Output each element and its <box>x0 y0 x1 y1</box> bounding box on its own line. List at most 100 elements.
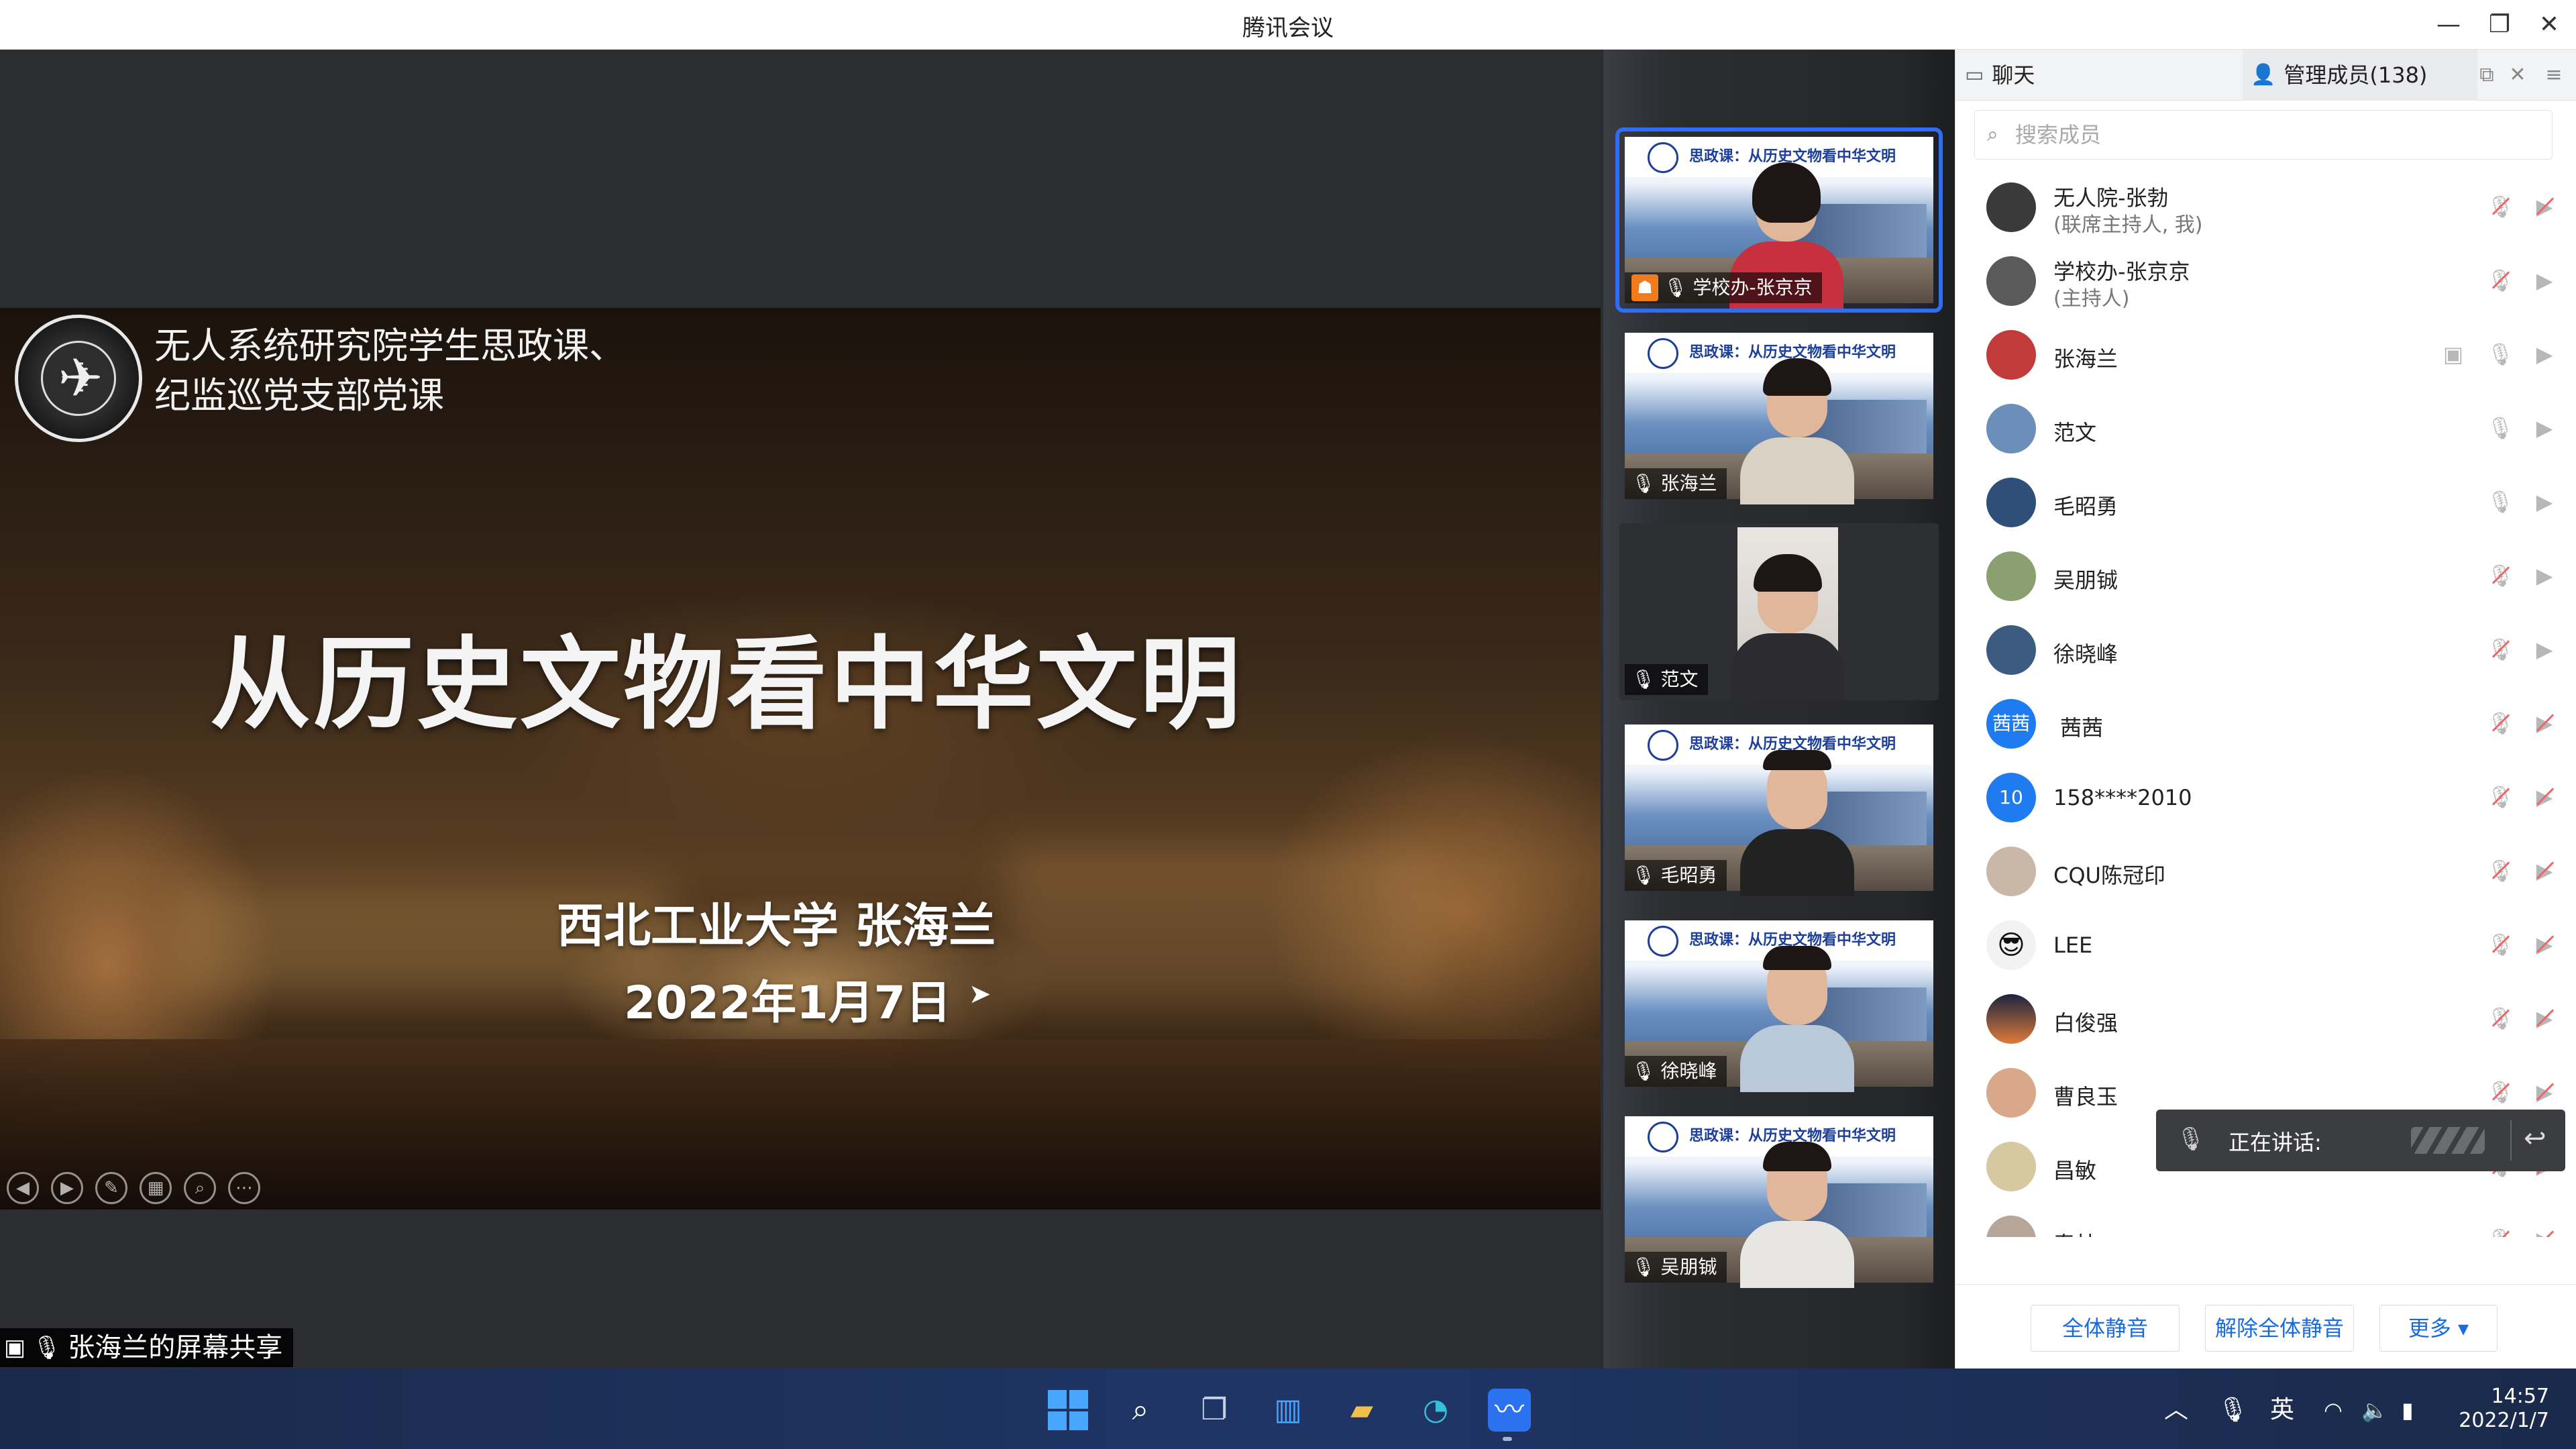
search-input[interactable] <box>2015 111 2538 159</box>
unmute-all-button[interactable]: 解除全体静音 <box>2205 1305 2354 1352</box>
thumb-label: 🎙 张海兰 <box>1625 468 1727 499</box>
camera-icon[interactable]: ▶ <box>2531 341 2558 368</box>
tray-overflow-icon[interactable]: ︿ <box>2164 1391 2188 1429</box>
pen-icon[interactable]: ✎ <box>95 1172 127 1204</box>
avatar <box>1986 330 2036 380</box>
thumb-video[interactable]: 思政课：从历史文物看中华文明 🎙 毛昭勇 <box>1619 719 1939 896</box>
widgets-icon[interactable]: ▥ <box>1267 1389 1309 1432</box>
camera-off-icon[interactable]: ▶ <box>2531 1226 2558 1237</box>
thumb-label: 🎙 范文 <box>1625 664 1708 695</box>
camera-icon[interactable]: ▶ <box>2531 415 2558 441</box>
camera-off-icon[interactable]: ▶ <box>2531 1005 2558 1032</box>
member-row[interactable]: 张海兰 ▣ 🎙 ▶ <box>1955 318 2576 392</box>
mic-muted-icon[interactable]: 🎙 <box>2487 193 2514 220</box>
member-row[interactable]: 吴朋铖 🎙 ▶ <box>1955 539 2576 613</box>
thumb-video[interactable]: 思政课：从历史文物看中华文明 🎙 徐晓峰 <box>1619 915 1939 1092</box>
tencent-meeting-icon[interactable]: 〰 <box>1488 1389 1531 1432</box>
slide-header-line1: 无人系统研究院学生思政课、 <box>154 321 625 371</box>
mic-icon[interactable]: 🎙 <box>2487 341 2514 368</box>
mic-muted-icon[interactable]: 🎙 <box>2487 1079 2514 1106</box>
next-icon[interactable]: ▶ <box>51 1172 83 1204</box>
camera-off-icon[interactable]: ▶ <box>2531 857 2558 884</box>
camera-icon[interactable]: ▶ <box>2531 636 2558 663</box>
mic-muted-icon[interactable]: 🎙 <box>2487 931 2514 958</box>
edge-browser-icon[interactable]: ◔ <box>1414 1389 1457 1432</box>
battery-icon[interactable]: ▮ <box>2402 1391 2414 1429</box>
member-name: 158****2010 <box>2053 785 2192 810</box>
video-thumbnails: 思政课：从历史文物看中华文明 ☗ 🎙 学校办-张京京 思政课：从历史文物看中华文… <box>1603 50 1955 1368</box>
mic-icon[interactable]: 🎙 <box>2487 415 2514 441</box>
member-name: 吴朋铖 <box>2053 564 2118 594</box>
volume-icon[interactable]: 🔈 <box>2361 1391 2388 1429</box>
slide-header: 无人系统研究院学生思政课、 纪监巡党支部党课 <box>154 321 625 421</box>
camera-icon[interactable]: ▶ <box>2531 488 2558 515</box>
logo-icon <box>1648 142 1678 173</box>
wifi-icon[interactable]: ◠ <box>2324 1391 2343 1429</box>
member-row[interactable]: 春林 🎙 ▶ <box>1955 1203 2576 1237</box>
avatar <box>1986 1216 2036 1237</box>
thumb-video[interactable]: 思政课：从历史文物看中华文明 🎙 吴朋铖 <box>1619 1111 1939 1288</box>
task-view-icon[interactable]: ❐ <box>1193 1389 1236 1432</box>
popout-icon[interactable]: ⧉ <box>2473 62 2500 89</box>
thumb-label: 🎙 毛昭勇 <box>1625 860 1727 891</box>
menu-icon[interactable]: ≡ <box>2540 62 2567 89</box>
mic-muted-icon[interactable]: 🎙 <box>2487 710 2514 737</box>
camera-icon[interactable]: ▶ <box>2531 562 2558 589</box>
thumb-video[interactable]: 思政课：从历史文物看中华文明 🎙 张海兰 <box>1619 327 1939 504</box>
mic-icon: 🎙 <box>1631 860 1656 891</box>
camera-off-icon[interactable]: ▶ <box>2531 193 2558 220</box>
clock[interactable]: 14:57 2022/1/7 <box>2449 1385 2549 1433</box>
close-button[interactable]: ✕ <box>2529 8 2569 42</box>
camera-off-icon[interactable]: ▶ <box>2531 931 2558 958</box>
close-icon[interactable]: ✕ <box>2504 62 2531 89</box>
mic-muted-icon[interactable]: 🎙 <box>2487 1226 2514 1237</box>
host-icon: ☗ <box>1631 274 1658 301</box>
member-row[interactable]: 学校办-张京京 (主持人) 🎙 ▶ <box>1955 244 2576 318</box>
member-row[interactable]: 无人院-张勃 (联席主持人, 我) 🎙 ▶ <box>1955 170 2576 244</box>
tab-chat[interactable]: ▭ 聊天 <box>1965 50 2035 101</box>
camera-off-icon[interactable]: ▶ <box>2531 784 2558 810</box>
mic-muted-icon[interactable]: 🎙 <box>2487 857 2514 884</box>
more-icon[interactable]: ⋯ <box>228 1172 260 1204</box>
prev-icon[interactable]: ◀ <box>7 1172 39 1204</box>
mic-icon[interactable]: 🎙 <box>2487 488 2514 515</box>
avatar <box>1986 1142 2036 1191</box>
member-row[interactable]: CQU陈冠印 🎙 ▶ <box>1955 835 2576 908</box>
member-row[interactable]: 毛昭勇 🎙 ▶ <box>1955 466 2576 539</box>
thumb-video[interactable]: 思政课：从历史文物看中华文明 ☗ 🎙 学校办-张京京 <box>1619 131 1939 309</box>
grid-icon[interactable]: ▦ <box>140 1172 172 1204</box>
ime-indicator[interactable]: 英 <box>2270 1391 2294 1429</box>
mic-muted-icon[interactable]: 🎙 <box>2487 636 2514 663</box>
mute-all-button[interactable]: 全体静音 <box>2031 1305 2180 1352</box>
camera-off-icon[interactable]: ▶ <box>2531 1079 2558 1106</box>
minimize-button[interactable]: — <box>2428 8 2469 42</box>
shared-slide[interactable]: ✈ 无人系统研究院学生思政课、 纪监巡党支部党课 从历史文物看中华文明 西北工业… <box>0 308 1601 1210</box>
zoom-icon[interactable]: ⌕ <box>184 1172 216 1204</box>
mic-muted-icon[interactable]: 🎙 <box>2487 784 2514 810</box>
member-row[interactable]: 10 158****2010 🎙 ▶ <box>1955 761 2576 835</box>
more-button[interactable]: 更多 ▾ <box>2379 1305 2498 1352</box>
member-row[interactable]: 范文 🎙 ▶ <box>1955 392 2576 466</box>
tab-members[interactable]: 👤 管理成员(138) <box>2251 50 2427 101</box>
file-explorer-icon[interactable]: ▰ <box>1340 1389 1383 1432</box>
search-icon[interactable]: ⌕ <box>1119 1389 1162 1432</box>
member-row[interactable]: 😎 LEE 🎙 ▶ <box>1955 908 2576 982</box>
camera-off-icon[interactable]: ▶ <box>2531 710 2558 737</box>
windows-start-icon[interactable] <box>1046 1389 1089 1432</box>
mic-muted-icon[interactable]: 🎙 <box>2487 562 2514 589</box>
member-row[interactable]: 白俊强 🎙 ▶ <box>1955 982 2576 1056</box>
camera-icon[interactable]: ▶ <box>2531 267 2558 294</box>
mic-muted-icon[interactable]: 🎙 <box>2487 1005 2514 1032</box>
participant-video <box>1740 951 1854 1092</box>
member-row[interactable]: 徐晓峰 🎙 ▶ <box>1955 613 2576 687</box>
restore-button[interactable]: ❐ <box>2479 8 2520 42</box>
member-row[interactable]: 茜茜 茜茜 🎙 ▶ <box>1955 687 2576 761</box>
mic-icon[interactable]: 🎙 <box>2218 1391 2249 1429</box>
mouse-cursor-icon: ➤ <box>969 979 991 1010</box>
thumb-video[interactable]: 🎙 范文 <box>1619 523 1939 700</box>
participant-video <box>1731 559 1845 700</box>
mic-muted-icon[interactable]: 🎙 <box>2487 267 2514 294</box>
return-icon[interactable]: ↩ <box>2524 1123 2546 1154</box>
screen-share-label: 张海兰的屏幕共享 <box>68 1328 282 1367</box>
window-title: 腾讯会议 <box>0 9 2576 42</box>
